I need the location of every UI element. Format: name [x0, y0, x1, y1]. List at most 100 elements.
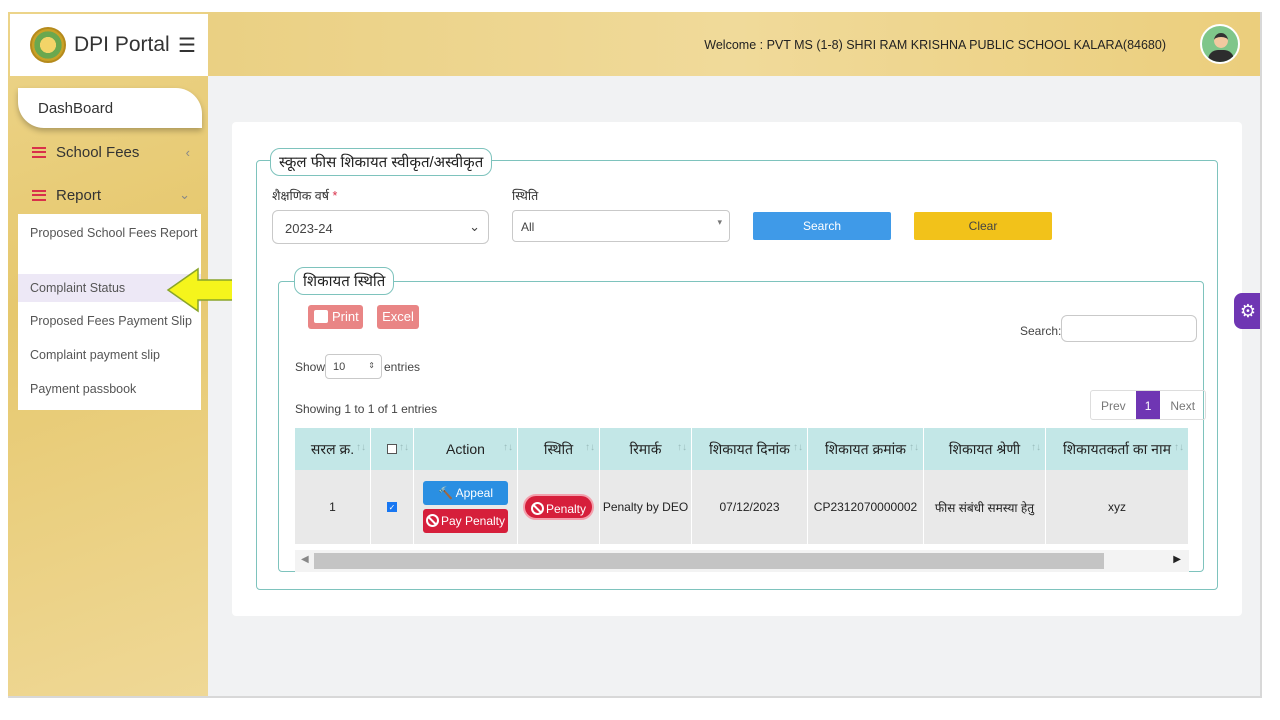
year-label: शैक्षणिक वर्ष * [272, 189, 338, 203]
search-button[interactable]: Search [753, 212, 891, 240]
table-info: Showing 1 to 1 of 1 entries [295, 402, 438, 416]
sidebar-item-school-fees[interactable]: School Fees ‹ [8, 137, 208, 167]
hamburger-icon[interactable]: ☰ [178, 36, 196, 56]
sidebar-item-dashboard[interactable]: DashBoard [18, 88, 202, 128]
brand-title: DPI Portal [74, 33, 170, 56]
pay-penalty-button[interactable]: Pay Penalty [423, 509, 508, 533]
page-length-value: 10 [333, 361, 346, 373]
page-length-select[interactable]: 10 ⇕ [325, 354, 382, 379]
excel-button[interactable]: Excel [377, 305, 419, 329]
updown-icon: ⇕ [368, 361, 375, 370]
print-label: Print [332, 309, 359, 324]
col-remark-label: रिमार्क [629, 440, 662, 457]
avatar-icon[interactable] [1200, 24, 1240, 64]
col-category-label: शिकायत श्रेणी [948, 440, 1021, 457]
brand-bar: DPI Portal ☰ [10, 14, 208, 76]
status-badge-label: Penalty [545, 502, 587, 516]
show-label: Show [295, 360, 326, 374]
prev-page-button[interactable]: Prev [1091, 391, 1136, 419]
cell-category: फीस संबंधी समस्या हेतु [924, 470, 1046, 544]
cell-status: Penalty [518, 470, 600, 544]
table-header-row: सरल क्र. ↑↓ ↑↓ Action ↑↓ स्थिति ↑↓ रिमार्क ↑… [295, 428, 1189, 470]
sort-icon: ↑↓ [1031, 442, 1041, 453]
status-legend: शिकायत स्थिति [294, 267, 395, 295]
filter-legend: स्कूल फीस शिकायत स्वीकृत/अस्वीकृत [270, 148, 493, 176]
table-search-label: Search: [1020, 324, 1062, 338]
submenu-proposed-fees-payment-slip[interactable]: Proposed Fees Payment Slip [18, 312, 201, 331]
academic-year-value: 2023-24 [285, 221, 333, 236]
col-complaint-no[interactable]: शिकायत क्रमांक ↑↓ [808, 428, 924, 470]
table-row: 1 ✓ 🔨 Appeal Pay Penalty Penalty Penalty… [295, 470, 1189, 544]
cell-complaint-no: CP2312070000002 [808, 470, 924, 544]
entries-label: entries [384, 360, 421, 374]
gear-icon[interactable]: ⚙ [1234, 293, 1260, 329]
select-all-checkbox[interactable] [387, 444, 397, 454]
submenu-proposed-school-fees-report[interactable]: Proposed School Fees Report [18, 224, 201, 243]
pay-penalty-label: Pay Penalty [440, 514, 506, 528]
col-complainant[interactable]: शिकायतकर्ता का नाम ↑↓ [1046, 428, 1189, 470]
cell-remark: Penalty by DEO [600, 470, 692, 544]
cell-serial: 1 [295, 470, 371, 544]
cell-date: 07/12/2023 [692, 470, 808, 544]
cell-select: ✓ [371, 470, 414, 544]
col-complainant-label: शिकायतकर्ता का नाम [1063, 440, 1171, 457]
pagination: Prev 1 Next [1090, 390, 1207, 420]
appeal-button[interactable]: 🔨 Appeal [423, 481, 508, 505]
sort-icon: ↑↓ [677, 442, 687, 453]
welcome-text: Welcome : PVT MS (1-8) SHRI RAM KRISHNA … [704, 38, 1166, 52]
col-status[interactable]: स्थिति ↑↓ [518, 428, 600, 470]
col-serial-label: सरल क्र. [310, 440, 355, 457]
menu-bars-icon [32, 146, 46, 158]
table-search-input[interactable] [1061, 315, 1197, 342]
submenu-payment-passbook[interactable]: Payment passbook [18, 380, 201, 399]
academic-year-select[interactable]: 2023-24 ⌄ [272, 210, 489, 244]
clear-button[interactable]: Clear [914, 212, 1052, 240]
sidebar: DPI Portal ☰ DashBoard School Fees ‹ Rep… [8, 12, 208, 696]
scroll-right-icon[interactable]: ▶ [1173, 554, 1181, 565]
current-page-button[interactable]: 1 [1135, 391, 1161, 419]
sort-icon: ↑↓ [399, 442, 409, 453]
sidebar-item-report[interactable]: Report ⌄ [8, 180, 208, 210]
col-serial[interactable]: सरल क्र. ↑↓ [295, 428, 371, 470]
cell-action: 🔨 Appeal Pay Penalty [414, 470, 518, 544]
status-label: स्थिति [512, 189, 539, 203]
next-page-button[interactable]: Next [1160, 391, 1205, 419]
main-card: स्कूल फीस शिकायत स्वीकृत/अस्वीकृत शैक्षण… [232, 122, 1242, 616]
row-checkbox[interactable]: ✓ [387, 502, 397, 512]
ban-icon [425, 514, 439, 527]
col-action[interactable]: Action ↑↓ [414, 428, 518, 470]
submenu-complaint-payment-slip[interactable]: Complaint payment slip [18, 346, 201, 365]
sort-icon: ↑↓ [793, 442, 803, 453]
status-select[interactable]: All ▾ [512, 210, 730, 242]
cell-complainant: xyz [1046, 470, 1189, 544]
col-category[interactable]: शिकायत श्रेणी ↑↓ [924, 428, 1046, 470]
col-select[interactable]: ↑↓ [371, 428, 414, 470]
col-date-label: शिकायत दिनांक [709, 440, 790, 457]
app-frame: DPI Portal ☰ DashBoard School Fees ‹ Rep… [8, 12, 1262, 698]
scroll-left-icon[interactable]: ◀ [301, 554, 309, 565]
sort-icon: ↑↓ [503, 442, 513, 453]
col-date[interactable]: शिकायत दिनांक ↑↓ [692, 428, 808, 470]
top-header: Welcome : PVT MS (1-8) SHRI RAM KRISHNA … [208, 12, 1260, 76]
sort-icon: ↑↓ [909, 442, 919, 453]
status-badge: Penalty [522, 494, 595, 520]
chevron-left-icon: ‹ [185, 144, 190, 160]
sidebar-item-label: School Fees [56, 143, 140, 161]
chevron-down-icon: ⌄ [469, 219, 480, 234]
logo-icon [30, 27, 66, 63]
ban-icon [530, 502, 544, 515]
horizontal-scrollbar[interactable]: ◀ ▶ [295, 550, 1189, 572]
scroll-thumb[interactable] [314, 553, 1104, 569]
sort-icon: ↑↓ [356, 442, 366, 453]
printer-icon [314, 310, 328, 323]
menu-bars-icon [32, 189, 46, 201]
print-button[interactable]: Print [308, 305, 363, 329]
complaint-table: सरल क्र. ↑↓ ↑↓ Action ↑↓ स्थिति ↑↓ रिमार्क ↑… [295, 428, 1189, 544]
chevron-down-icon: ⌄ [179, 187, 190, 202]
sort-icon: ↑↓ [1174, 442, 1184, 453]
col-complaint-no-label: शिकायत क्रमांक [824, 440, 906, 457]
col-remark[interactable]: रिमार्क ↑↓ [600, 428, 692, 470]
col-status-label: स्थिति [543, 440, 574, 457]
gavel-icon: 🔨 [438, 486, 453, 500]
sort-icon: ↑↓ [585, 442, 595, 453]
